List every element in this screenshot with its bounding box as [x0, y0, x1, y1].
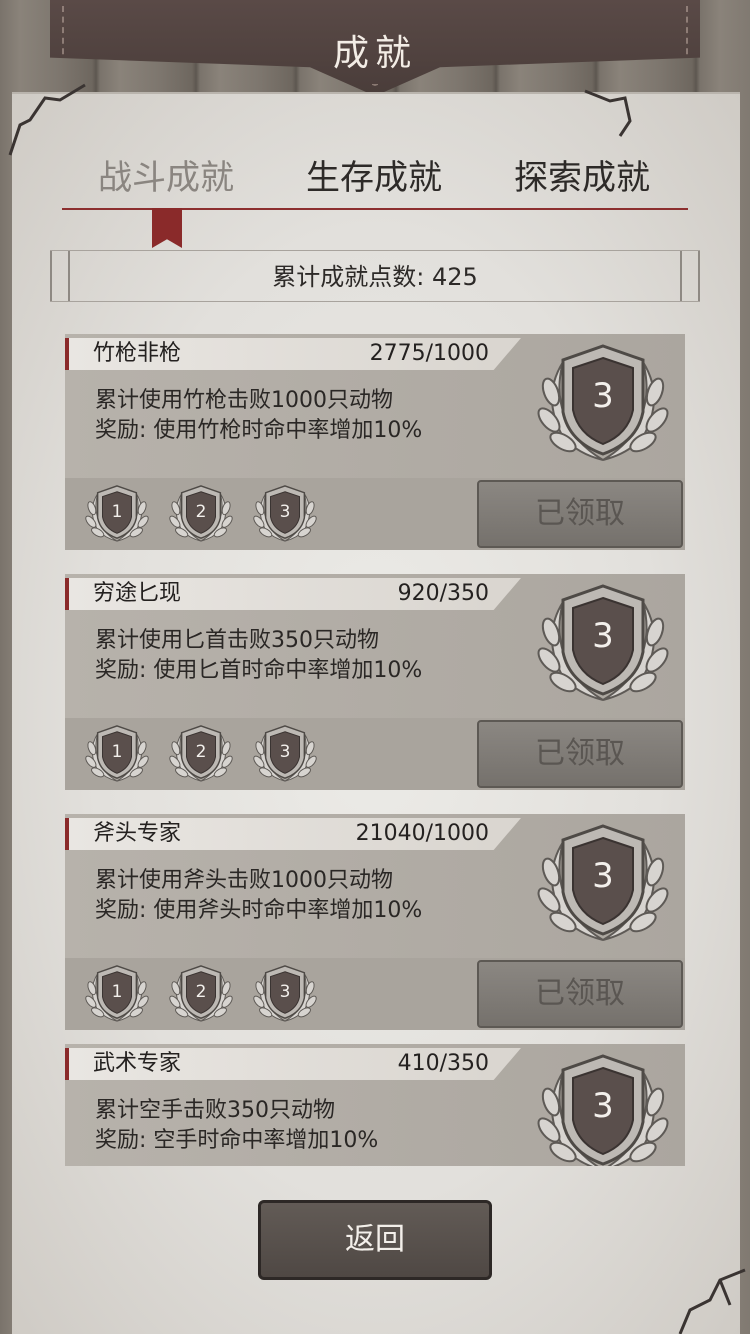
achievement-points-bar: 累计成就点数: 425: [50, 250, 700, 302]
tier-number: 3: [279, 502, 291, 522]
tier-badge-icon: 2: [167, 724, 235, 784]
tab-combat[interactable]: 战斗成就: [62, 150, 270, 212]
badge-level: 3: [592, 376, 614, 416]
laurel-badge-icon: 3: [533, 342, 673, 466]
tab-exploration[interactable]: 探索成就: [478, 150, 686, 212]
tier-badge-icon: 2: [167, 484, 235, 544]
crack-decoration-bottom-right: [678, 1268, 746, 1334]
tier-badge-icon: 1: [83, 964, 151, 1024]
description-requirement: 累计使用竹枪击败1000只动物: [95, 388, 393, 413]
description-reward: 奖励: 使用匕首时命中率增加10%: [95, 658, 423, 683]
achievement-card: 穷途匕现 920/350 累计使用匕首击败350只动物奖励: 使用匕首时命中率增加1…: [65, 574, 685, 790]
description-reward: 奖励: 使用竹枪时命中率增加10%: [95, 418, 423, 443]
tier-number: 2: [195, 982, 207, 1002]
achievement-card: 竹枪非枪 2775/1000 累计使用竹枪击败1000只动物奖励: 使用竹枪时命中率…: [65, 334, 685, 550]
laurel-badge-icon: 3: [533, 582, 673, 706]
achievement-name: 竹枪非枪: [93, 341, 182, 366]
tier-badge-icon: 1: [83, 724, 151, 784]
achievement-description: 累计空手击败350只动物奖励: 空手时命中率增加10%: [95, 1096, 378, 1156]
tier-number: 2: [195, 502, 207, 522]
achievement-progress: 21040/1000: [355, 821, 489, 846]
tier-badge-icon: 3: [251, 484, 319, 544]
description-requirement: 累计使用匕首击败350只动物: [95, 628, 379, 653]
crack-decoration-top-left: [8, 83, 86, 156]
achievement-progress: 410/350: [397, 1051, 489, 1076]
description-requirement: 累计空手击败350只动物: [95, 1098, 335, 1123]
claimed-button[interactable]: 已领取: [477, 960, 683, 1028]
laurel-badge-icon: 3: [533, 822, 673, 946]
achievement-card: 武术专家 410/350 累计空手击败350只动物奖励: 空手时命中率增加10% 3: [65, 1044, 685, 1166]
tier-badges: 1 2 3: [83, 964, 319, 1024]
claimed-button[interactable]: 已领取: [477, 480, 683, 548]
achievement-description: 累计使用竹枪击败1000只动物奖励: 使用竹枪时命中率增加10%: [95, 386, 422, 446]
achievement-description: 累计使用匕首击败350只动物奖励: 使用匕首时命中率增加10%: [95, 626, 422, 686]
crack-decoration-top-right: [584, 89, 632, 137]
badge-level: 3: [592, 616, 614, 656]
achievement-card: 斧头专家 21040/1000 累计使用斧头击败1000只动物奖励: 使用斧头时命中…: [65, 814, 685, 1030]
tier-number: 1: [111, 502, 123, 522]
achievement-name: 武术专家: [93, 1051, 182, 1076]
tier-number: 2: [195, 742, 207, 762]
tab-survival[interactable]: 生存成就: [270, 150, 478, 212]
tab-bar: 战斗成就 生存成就 探索成就: [62, 150, 688, 212]
badge-level: 3: [592, 1086, 614, 1126]
tier-badge-icon: 3: [251, 724, 319, 784]
tier-number: 3: [279, 982, 291, 1002]
laurel-badge-icon: 3: [533, 1052, 673, 1166]
tier-badges: 1 2 3: [83, 724, 319, 784]
tier-badges: 1 2 3: [83, 484, 319, 544]
tier-number: 3: [279, 742, 291, 762]
claimed-button[interactable]: 已领取: [477, 720, 683, 788]
back-button[interactable]: 返回: [258, 1200, 492, 1280]
badge-level: 3: [592, 856, 614, 896]
tier-badge-icon: 1: [83, 484, 151, 544]
description-reward: 奖励: 使用斧头时命中率增加10%: [95, 898, 423, 923]
achievement-description: 累计使用斧头击败1000只动物奖励: 使用斧头时命中率增加10%: [95, 866, 422, 926]
tier-number: 1: [111, 982, 123, 1002]
description-requirement: 累计使用斧头击败1000只动物: [95, 868, 393, 893]
description-reward: 奖励: 空手时命中率增加10%: [95, 1128, 379, 1153]
achievement-progress: 920/350: [397, 581, 489, 606]
page-title: 成就: [332, 33, 417, 74]
tier-number: 1: [111, 742, 123, 762]
achievement-progress: 2775/1000: [369, 341, 489, 366]
tier-badge-icon: 2: [167, 964, 235, 1024]
tier-badge-icon: 3: [251, 964, 319, 1024]
achievement-name: 斧头专家: [93, 821, 182, 846]
achievement-name: 穷途匕现: [93, 581, 182, 606]
